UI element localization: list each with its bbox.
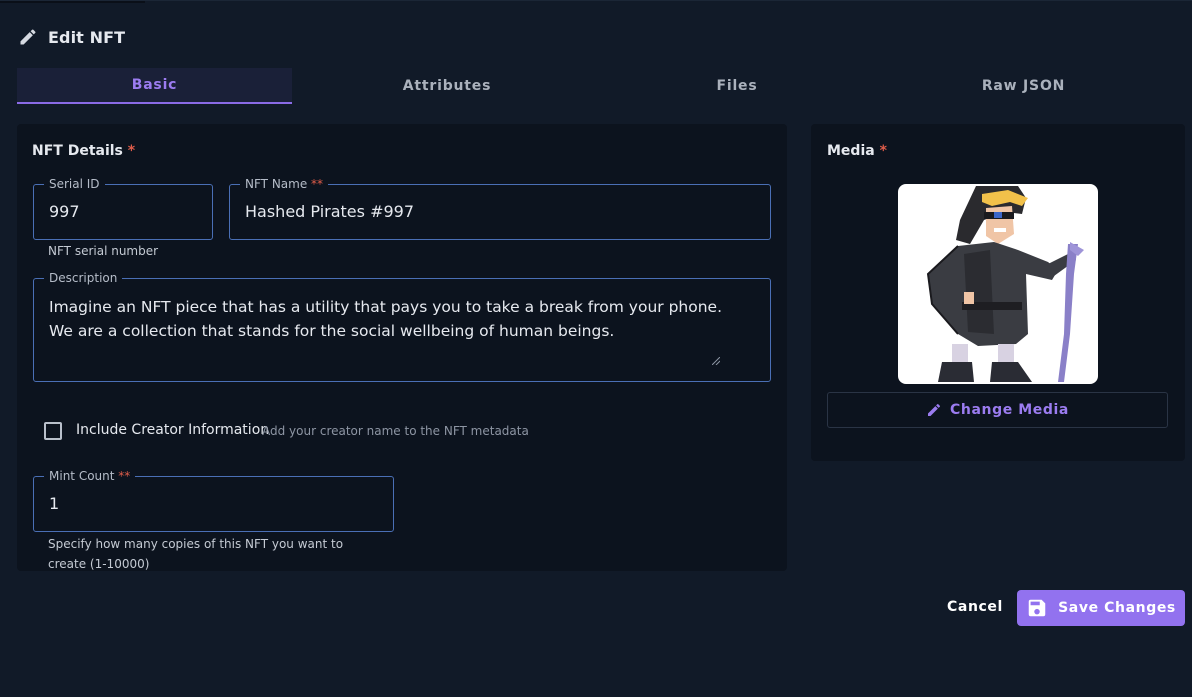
dialog-header: Edit NFT <box>18 25 125 49</box>
serial-id-label: Serial ID <box>44 177 105 191</box>
top-divider <box>0 1 145 3</box>
media-card: Media * Change Media <box>811 124 1185 461</box>
pencil-icon <box>928 403 941 416</box>
description-label: Description <box>44 271 123 285</box>
description-value: Imagine an NFT piece that has a utility … <box>49 295 739 343</box>
serial-id-field[interactable]: Serial ID 997 <box>33 177 213 240</box>
nft-name-field[interactable]: NFT Name ** Hashed Pirates #997 <box>229 177 771 240</box>
media-title: Media <box>827 143 875 159</box>
nft-name-label: NFT Name ** <box>240 177 329 191</box>
include-creator-hint: Add your creator name to the NFT metadat… <box>262 424 529 438</box>
change-media-label: Change Media <box>950 402 1069 418</box>
dialog-title: Edit NFT <box>48 27 126 47</box>
tab-bar: Basic Attributes Files Raw JSON <box>17 68 1175 104</box>
tab-files[interactable]: Files <box>602 68 872 104</box>
mint-count-label: Mint Count ** <box>44 469 136 483</box>
pencil-icon <box>20 29 36 45</box>
include-creator-checkbox[interactable] <box>44 422 62 440</box>
serial-id-value: 997 <box>49 202 80 221</box>
include-creator-label: Include Creator Information <box>76 422 270 438</box>
pirate-character-image <box>926 186 1084 382</box>
resize-grip-icon[interactable] <box>712 357 720 365</box>
change-media-button[interactable]: Change Media <box>827 392 1168 428</box>
nft-name-value: Hashed Pirates #997 <box>245 202 415 221</box>
required-mark: * <box>879 143 887 159</box>
media-heading: Media * <box>827 143 887 159</box>
tab-raw-json[interactable]: Raw JSON <box>872 68 1175 104</box>
tab-attributes[interactable]: Attributes <box>292 68 602 104</box>
description-field[interactable]: Description Imagine an NFT piece that ha… <box>33 271 771 382</box>
description-line: We are a collection that stands for the … <box>49 322 615 340</box>
mint-count-field[interactable]: Mint Count ** 1 <box>33 469 394 532</box>
nft-details-card: NFT Details * Serial ID 997 NFT serial n… <box>17 124 787 571</box>
serial-id-helper: NFT serial number <box>48 244 159 258</box>
save-changes-button[interactable]: Save Changes <box>1017 590 1185 626</box>
description-line: Imagine an NFT piece that has a utility … <box>49 298 723 316</box>
required-mark: * <box>127 143 136 159</box>
floppy-disk-icon <box>1028 599 1046 617</box>
mint-count-helper: Specify how many copies of this NFT you … <box>48 537 344 571</box>
nft-details-title: NFT Details <box>32 143 123 159</box>
cancel-button[interactable]: Cancel <box>940 595 1010 619</box>
nft-details-heading: NFT Details * <box>32 143 135 159</box>
nft-media-preview <box>898 184 1098 384</box>
save-changes-label: Save Changes <box>1058 600 1176 616</box>
edit-nft-dialog: Edit NFT Basic Attributes Files Raw JSON… <box>0 0 1192 697</box>
tab-basic[interactable]: Basic <box>17 68 292 104</box>
mint-count-value: 1 <box>49 494 60 513</box>
